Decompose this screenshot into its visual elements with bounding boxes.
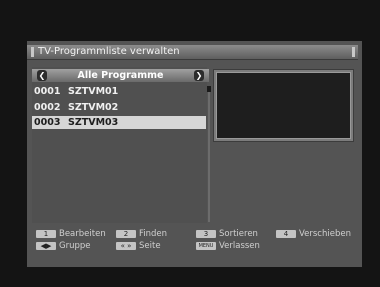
help-page-label: Seite — [139, 241, 161, 251]
title-cap-left — [31, 47, 34, 57]
key-1-icon: 1 — [36, 230, 56, 238]
list-scrollbar[interactable] — [207, 86, 211, 222]
help-bar: 1 Bearbeiten 2 Finden 3 Sortieren 4 Vers… — [32, 229, 352, 257]
key-3-icon: 3 — [196, 230, 216, 238]
page-title: TV-Programmliste verwalten — [38, 46, 180, 57]
channel-name: SZTVM03 — [68, 117, 119, 128]
key-2-icon: 2 — [116, 230, 136, 238]
list-item-selected[interactable]: 0003 SZTVM03 — [32, 116, 206, 129]
scroll-thumb[interactable] — [207, 86, 211, 92]
help-sort-label: Sortieren — [219, 229, 258, 239]
page-arrows-icon: « » — [116, 242, 136, 250]
help-group-label: Gruppe — [59, 241, 91, 251]
list-item[interactable]: 0001 SZTVM01 — [32, 85, 206, 98]
title-bar: TV-Programmliste verwalten — [27, 45, 358, 60]
title-cap-right — [352, 47, 355, 57]
left-right-arrows-icon: ◀▶ — [36, 242, 56, 250]
preview-video — [216, 72, 351, 139]
group-label: Alle Programme — [77, 70, 164, 81]
help-move-label: Verschieben — [299, 229, 351, 239]
menu-key-icon: MENU — [196, 242, 216, 250]
channel-name: SZTVM01 — [68, 86, 119, 97]
group-selector[interactable]: ❮ Alle Programme ❯ — [32, 69, 209, 82]
preview-window — [213, 69, 354, 142]
channel-name: SZTVM02 — [68, 102, 119, 113]
help-exit-label: Verlassen — [219, 241, 260, 251]
help-edit-label: Bearbeiten — [59, 229, 106, 239]
chevron-right-icon[interactable]: ❯ — [194, 70, 204, 81]
channel-number: 0001 — [34, 86, 61, 97]
channel-number: 0003 — [34, 117, 61, 128]
key-4-icon: 4 — [276, 230, 296, 238]
help-find-label: Finden — [139, 229, 168, 239]
channel-number: 0002 — [34, 102, 61, 113]
list-item[interactable]: 0002 SZTVM02 — [32, 101, 206, 114]
